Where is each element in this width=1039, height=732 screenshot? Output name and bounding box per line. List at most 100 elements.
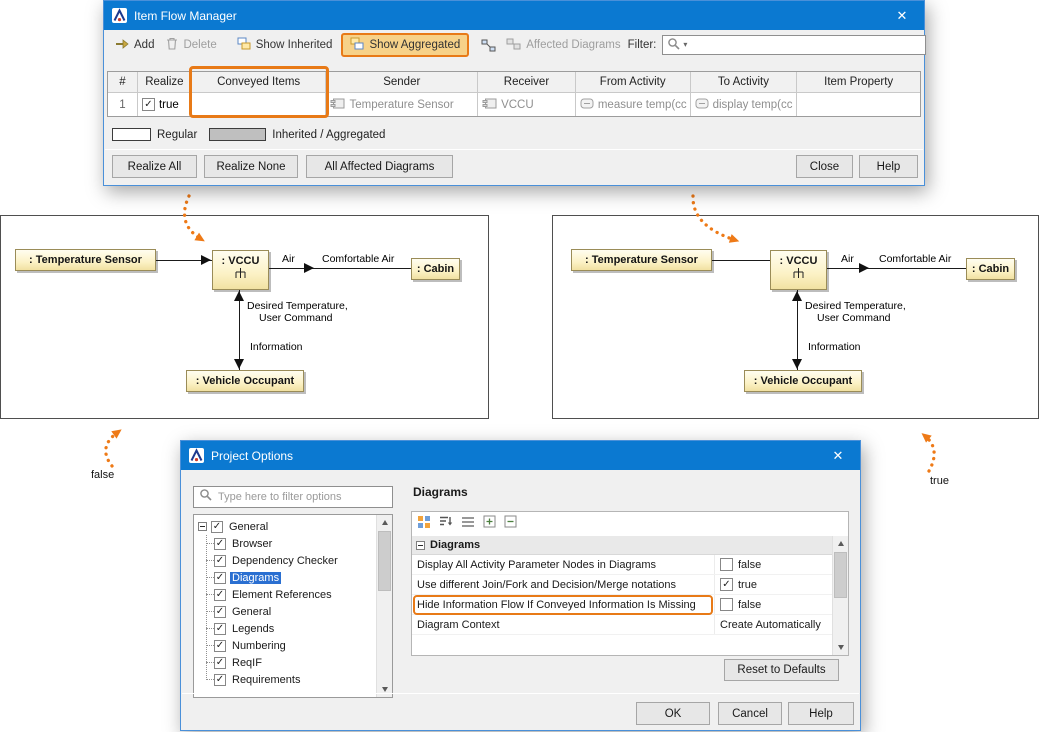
checkbox[interactable] xyxy=(214,589,226,601)
checkbox[interactable] xyxy=(720,578,733,591)
tree-item-general-root[interactable]: General xyxy=(198,518,376,535)
delete-button[interactable]: Delete xyxy=(166,37,216,53)
ok-button[interactable]: OK xyxy=(636,702,710,725)
collapse-icon[interactable] xyxy=(416,541,425,550)
property-group-header[interactable]: Diagrams xyxy=(412,536,832,555)
checkbox[interactable] xyxy=(214,538,226,550)
options-search-box[interactable] xyxy=(193,486,393,508)
property-value[interactable]: Create Automatically xyxy=(714,615,832,634)
checkbox[interactable] xyxy=(214,606,226,618)
all-affected-diagrams-button[interactable]: All Affected Diagrams xyxy=(306,155,453,178)
checkbox[interactable] xyxy=(720,558,733,571)
property-value[interactable]: false xyxy=(714,555,832,574)
tree-scrollbar[interactable] xyxy=(376,515,392,697)
project-options-window: Project Options ✕ General Browser Depend… xyxy=(180,440,861,731)
chevron-down-icon[interactable]: ▾ xyxy=(683,41,687,49)
delete-label: Delete xyxy=(183,39,216,51)
reset-to-defaults-button[interactable]: Reset to Defaults xyxy=(724,659,839,681)
tree-item-requirements[interactable]: Requirements xyxy=(214,671,376,688)
col-header-item-property: Item Property xyxy=(797,72,920,93)
property-row[interactable]: Use different Join/Fork and Decision/Mer… xyxy=(412,575,832,595)
information-label: Information xyxy=(808,341,861,353)
tree-item-label: Element References xyxy=(230,589,334,601)
cancel-button[interactable]: Cancel xyxy=(718,702,782,725)
categorized-view-icon[interactable] xyxy=(417,515,431,534)
collapse-icon[interactable] xyxy=(198,522,207,531)
property-row-hide-information-flow[interactable]: Hide Information Flow If Conveyed Inform… xyxy=(412,595,832,615)
filter-searchfield[interactable]: ▾ xyxy=(662,35,926,55)
cell-conveyed-items[interactable] xyxy=(192,93,327,116)
tree-children: Browser Dependency Checker Diagrams Elem… xyxy=(198,535,376,688)
collapse-all-icon[interactable] xyxy=(504,515,517,533)
scroll-up-icon[interactable] xyxy=(377,515,392,530)
checkbox[interactable] xyxy=(214,572,226,584)
cell-receiver[interactable]: VCCU xyxy=(478,93,576,116)
tree-item-general[interactable]: General xyxy=(214,603,376,620)
affected-diagrams-button[interactable]: Affected Diagrams xyxy=(506,38,620,53)
scroll-up-icon[interactable] xyxy=(833,536,848,551)
ifm-close-button[interactable]: ✕ xyxy=(880,1,924,30)
scroll-down-icon[interactable] xyxy=(833,640,848,655)
list-view-icon[interactable] xyxy=(461,515,475,533)
regular-label: Regular xyxy=(157,129,197,141)
scrollbar-thumb[interactable] xyxy=(834,552,847,598)
close-button[interactable]: Close xyxy=(796,155,853,178)
tree-item-element-references[interactable]: Element References xyxy=(214,586,376,603)
inherited-swatch xyxy=(209,128,266,141)
separator-line xyxy=(182,693,859,694)
ifm-toolbar: Add Delete Show Inherited Show Aggregate… xyxy=(104,32,924,58)
po-titlebar[interactable]: Project Options ✕ xyxy=(181,441,860,470)
property-row[interactable]: Diagram Context Create Automatically xyxy=(412,615,832,635)
vccu-block: : VCCU xyxy=(212,250,269,290)
cell-sender[interactable]: Temperature Sensor xyxy=(326,93,478,116)
cell-item-property[interactable] xyxy=(797,93,920,116)
checkbox[interactable] xyxy=(211,521,223,533)
tree-item-browser[interactable]: Browser xyxy=(214,535,376,552)
checkbox[interactable] xyxy=(214,555,226,567)
add-icon xyxy=(115,38,129,53)
vccu-block: : VCCU xyxy=(770,250,827,290)
to-activity-value: display temp(cc xyxy=(713,99,793,111)
realize-checkbox[interactable] xyxy=(142,98,155,111)
show-inherited-button[interactable]: Show Inherited xyxy=(237,37,333,53)
realize-all-button[interactable]: Realize All xyxy=(112,155,197,178)
col-header-sender: Sender xyxy=(326,72,478,93)
ifm-titlebar[interactable]: Item Flow Manager ✕ xyxy=(104,1,924,30)
realize-none-button[interactable]: Realize None xyxy=(204,155,298,178)
property-row[interactable]: Display All Activity Parameter Nodes in … xyxy=(412,555,832,575)
checkbox[interactable] xyxy=(214,640,226,652)
options-search-input[interactable] xyxy=(216,490,387,504)
checkbox[interactable] xyxy=(214,674,226,686)
col-header-from-activity: From Activity xyxy=(576,72,691,93)
po-help-button[interactable]: Help xyxy=(788,702,854,725)
tree-item-legends[interactable]: Legends xyxy=(214,620,376,637)
property-value[interactable]: false xyxy=(714,595,832,614)
select-in-containment-tree-icon[interactable] xyxy=(481,39,496,52)
filter-input[interactable] xyxy=(690,38,921,52)
property-value[interactable]: true xyxy=(714,575,832,594)
checkbox[interactable] xyxy=(214,623,226,635)
tree-item-numbering[interactable]: Numbering xyxy=(214,637,376,654)
tree-item-reqif[interactable]: ReqIF xyxy=(214,654,376,671)
ifm-table-row[interactable]: 1 true Temperature Sensor VCCU measure t… xyxy=(108,93,920,116)
checkbox[interactable] xyxy=(214,657,226,669)
property-scrollbar[interactable] xyxy=(832,536,848,655)
cell-to-activity[interactable]: display temp(cc xyxy=(691,93,798,116)
cabin-block: : Cabin xyxy=(411,258,460,280)
scroll-down-icon[interactable] xyxy=(377,682,392,697)
cell-from-activity[interactable]: measure temp(cc xyxy=(576,93,691,116)
show-aggregated-button[interactable]: Show Aggregated xyxy=(341,33,469,57)
add-button[interactable]: Add xyxy=(115,38,154,53)
affected-diagrams-icon xyxy=(506,38,521,53)
tree-item-dependency-checker[interactable]: Dependency Checker xyxy=(214,552,376,569)
checkbox[interactable] xyxy=(720,598,733,611)
information-label: Information xyxy=(250,341,303,353)
tree-item-diagrams[interactable]: Diagrams xyxy=(214,569,376,586)
expand-all-icon[interactable] xyxy=(483,515,496,533)
callout-arrow-false xyxy=(106,432,118,466)
property-label: Use different Join/Fork and Decision/Mer… xyxy=(412,575,714,594)
help-button[interactable]: Help xyxy=(859,155,918,178)
scrollbar-thumb[interactable] xyxy=(378,531,391,591)
alphabetical-sort-icon[interactable] xyxy=(439,515,453,533)
po-close-button[interactable]: ✕ xyxy=(816,441,860,470)
